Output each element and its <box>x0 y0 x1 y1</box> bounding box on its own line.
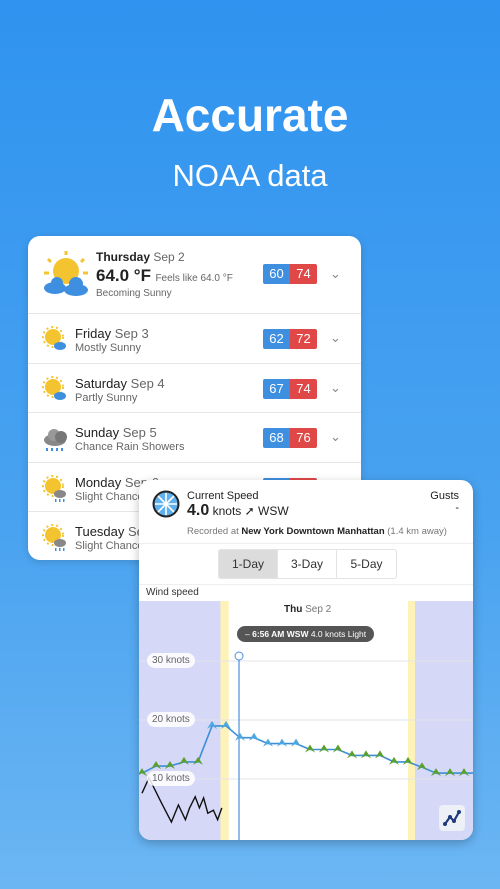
high-temp: 72 <box>290 329 317 349</box>
hero-subtitle: NOAA data <box>172 158 328 193</box>
high-temp: 74 <box>290 264 317 284</box>
y-tick-label: 30 knots <box>147 653 195 668</box>
wind-direction-arrow-icon: ➚ <box>244 504 255 518</box>
tooltip-time: 6:56 AM <box>252 629 285 639</box>
low-temp: 62 <box>263 329 290 349</box>
gusts-value: - <box>455 502 459 514</box>
chart-type-toggle-button[interactable] <box>439 805 465 831</box>
feels-like: Feels like 64.0 °F <box>155 273 233 284</box>
day-date: Sep 5 <box>122 425 157 440</box>
day-date: Sep 4 <box>130 375 165 391</box>
forecast-row[interactable]: Friday Sep 3 Mostly Sunny 62 72 ⌄ <box>28 313 361 363</box>
rain-cloud-icon <box>44 429 67 451</box>
chart-day-date: Sep 2 <box>305 604 332 615</box>
sun-rain-icon <box>42 524 66 551</box>
day-date: Sep 2 <box>153 250 185 264</box>
tab-3-day[interactable]: 3-Day <box>278 550 337 578</box>
day-name: Sunday <box>75 425 120 440</box>
condition: Slight Chance <box>75 540 144 552</box>
wind-unit: knots <box>212 504 242 518</box>
chevron-down-icon[interactable]: ⌄ <box>330 330 341 346</box>
condition: Partly Sunny <box>75 391 138 404</box>
wind-speed-value: 4.0 <box>187 502 210 519</box>
wind-gauge-icon <box>152 490 180 518</box>
forecast-row[interactable]: Sunday Sep 5 Chance Rain Showers 68 76 ⌄ <box>28 412 361 462</box>
tooltip-direction: WSW <box>286 629 309 639</box>
forecast-row-today[interactable]: Thursday Sep 2 64.0 °F Feels like 64.0 °… <box>28 236 361 313</box>
station-distance: (1.4 km away) <box>387 526 447 537</box>
high-temp: 76 <box>290 428 317 448</box>
y-tick-label: 10 knots <box>147 771 195 786</box>
tab-1-day[interactable]: 1-Day <box>219 550 278 578</box>
gusts-label: Gusts <box>430 490 459 502</box>
range-tabs: 1-Day 3-Day 5-Day <box>218 549 397 579</box>
y-tick-label: 20 knots <box>147 712 195 727</box>
wind-direction: WSW <box>258 504 289 518</box>
tab-5-day[interactable]: 5-Day <box>337 550 396 578</box>
day-name: Saturday <box>75 375 128 391</box>
chevron-down-icon[interactable]: ⌄ <box>330 266 341 282</box>
forecast-row[interactable]: Saturday Sep 4 Partly Sunny 67 74 ⌄ <box>28 362 361 413</box>
condition: Mostly Sunny <box>75 342 142 354</box>
current-temp: 64.0 °F <box>96 266 151 285</box>
line-chart-icon <box>443 810 461 826</box>
current-speed-label: Current Speed <box>187 490 259 502</box>
low-temp: 68 <box>263 428 290 448</box>
condition: Chance Rain Showers <box>75 441 185 453</box>
chevron-down-icon[interactable]: ⌄ <box>330 380 341 396</box>
sun-cloud-icon <box>42 326 66 350</box>
chart-day-label: Thu <box>284 604 303 615</box>
high-temp: 74 <box>290 378 317 399</box>
station-name[interactable]: New York Downtown Manhattan <box>241 526 384 537</box>
current-time-marker <box>234 651 244 661</box>
day-name: Friday <box>75 326 112 341</box>
day-date: Sep 3 <box>114 326 149 341</box>
sun-cloud-icon <box>42 375 66 400</box>
sun-cloud-icon <box>44 251 88 296</box>
recorded-label: Recorded at <box>187 526 239 537</box>
day-name: Monday <box>75 474 122 490</box>
chart-tooltip: – 6:56 AM WSW 4.0 knots Light <box>237 626 375 642</box>
condition: Slight Chance <box>75 490 144 503</box>
day-name: Tuesday <box>75 524 125 539</box>
tooltip-text: 4.0 knots Light <box>310 629 367 639</box>
sun-rain-icon <box>42 474 66 502</box>
condition: Becoming Sunny <box>96 288 172 299</box>
low-temp: 67 <box>263 378 290 399</box>
low-temp: 60 <box>263 264 290 284</box>
day-name: Thursday <box>96 250 151 264</box>
chart-title: Wind speed <box>146 587 199 598</box>
hero-title: Accurate <box>151 89 349 141</box>
wind-card: Current Speed 4.0 knots ➚ WSW Gusts - Rec… <box>139 480 473 840</box>
chevron-down-icon[interactable]: ⌄ <box>330 429 341 445</box>
